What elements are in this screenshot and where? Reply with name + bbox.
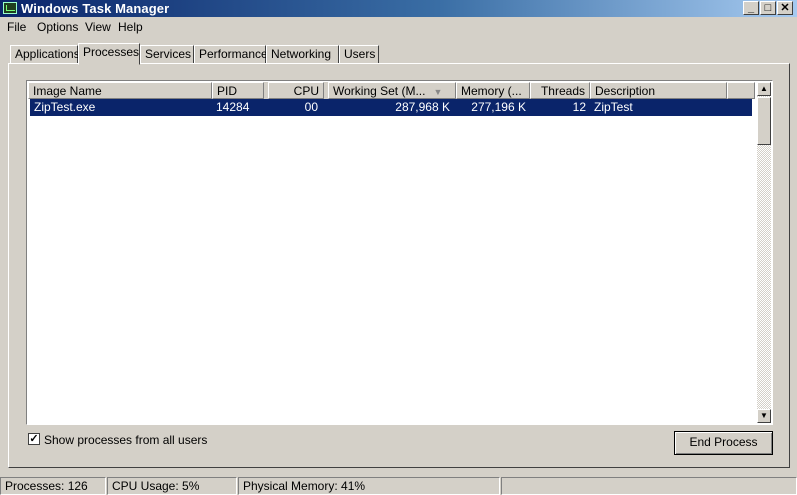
checkmark-icon[interactable]: ✓: [28, 433, 40, 445]
menu-file[interactable]: File: [7, 20, 26, 34]
tab-networking[interactable]: Networking: [266, 45, 339, 63]
column-cpu[interactable]: CPU: [268, 82, 324, 99]
status-processes: Processes: 126: [0, 477, 106, 495]
menu-help[interactable]: Help: [118, 20, 143, 34]
cell-memory: 277,196 K: [471, 100, 526, 114]
scroll-down-button[interactable]: ▼: [757, 409, 771, 423]
column-working-set-label: Working Set (M...: [333, 84, 426, 98]
cell-cpu: 00: [304, 100, 318, 114]
status-cpu-usage: CPU Usage: 5%: [107, 477, 237, 495]
column-filler: [727, 82, 755, 99]
show-all-users-label[interactable]: Show processes from all users: [44, 433, 207, 447]
close-button[interactable]: ✕: [777, 1, 793, 15]
column-description[interactable]: Description: [590, 82, 727, 99]
menu-bar: File Options View Help: [0, 17, 797, 37]
end-process-button[interactable]: End Process: [674, 431, 773, 455]
task-manager-icon: [3, 2, 17, 14]
tab-services[interactable]: Services: [140, 45, 194, 63]
column-threads[interactable]: Threads: [530, 82, 590, 99]
cell-working-set: 287,968 K: [395, 100, 450, 114]
column-working-set[interactable]: Working Set (M... ▼: [328, 82, 456, 99]
tab-applications[interactable]: Applications: [10, 45, 80, 63]
cell-image-name: ZipTest.exe: [34, 100, 96, 114]
tab-performance[interactable]: Performance: [194, 45, 268, 63]
cell-description: ZipTest: [594, 100, 633, 114]
status-filler: [501, 477, 797, 495]
scroll-thumb[interactable]: [757, 97, 771, 145]
vertical-scrollbar[interactable]: ▲ ▼: [757, 82, 771, 423]
column-image-name[interactable]: Image Name: [28, 82, 212, 99]
tab-processes[interactable]: Processes: [78, 43, 140, 65]
window-title: Windows Task Manager: [21, 1, 170, 16]
menu-options[interactable]: Options: [37, 20, 78, 34]
table-row[interactable]: ZipTest.exe 14284 00 287,968 K 277,196 K…: [30, 99, 752, 116]
column-memory[interactable]: Memory (...: [456, 82, 530, 99]
tab-users[interactable]: Users: [339, 45, 379, 63]
column-pid[interactable]: PID: [212, 82, 264, 99]
status-bar: Processes: 126 CPU Usage: 5% Physical Me…: [0, 477, 797, 495]
menu-view[interactable]: View: [85, 20, 111, 34]
process-list[interactable]: Image Name PID CPU Working Set (M... ▼ Me…: [26, 80, 773, 425]
title-bar[interactable]: Windows Task Manager _ □ ✕: [0, 0, 797, 17]
scroll-up-button[interactable]: ▲: [757, 82, 771, 96]
sort-descending-icon: ▼: [433, 87, 443, 97]
status-physical-memory: Physical Memory: 41%: [238, 477, 500, 495]
column-header-row: Image Name PID CPU Working Set (M... ▼ Me…: [28, 82, 755, 99]
cell-threads: 12: [572, 100, 586, 114]
minimize-button[interactable]: _: [743, 1, 759, 15]
cell-pid: 14284: [216, 100, 250, 114]
maximize-button[interactable]: □: [760, 1, 776, 15]
